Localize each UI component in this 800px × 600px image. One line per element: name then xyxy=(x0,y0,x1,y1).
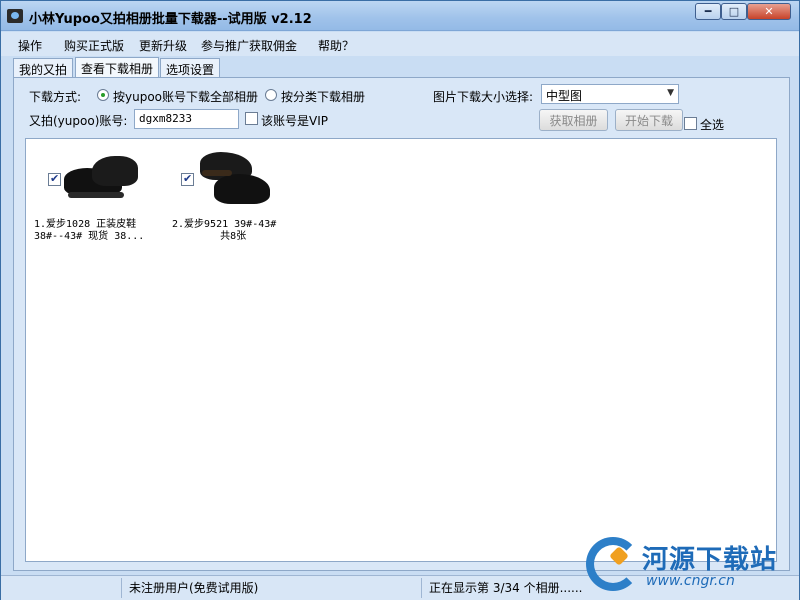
album-checkbox[interactable] xyxy=(181,172,194,186)
watermark-url: www.cngr.cn xyxy=(646,573,735,589)
menu-affiliate[interactable]: 参与推广获取佣金 xyxy=(201,37,297,54)
tab-options[interactable]: 选项设置 xyxy=(160,58,221,78)
watermark-name: 河源下载站 xyxy=(642,545,778,575)
status-separator xyxy=(121,578,122,598)
app-icon xyxy=(7,9,23,23)
minimize-button[interactable]: ━ xyxy=(695,3,721,20)
minimize-icon: ━ xyxy=(704,5,712,18)
download-mode-label: 下载方式: xyxy=(29,90,82,104)
menu-bar: 操作 购买正式版 更新升级 参与推广获取佣金 帮助？ xyxy=(1,32,799,56)
menu-operate[interactable]: 操作 xyxy=(18,37,42,54)
menu-help[interactable]: 帮助？ xyxy=(318,37,354,54)
image-size-value: 中型图 xyxy=(546,89,583,103)
image-size-select[interactable]: 中型图 ▼ xyxy=(541,84,679,104)
start-download-button[interactable]: 开始下载 xyxy=(615,109,683,131)
account-input[interactable]: dgxm8233 xyxy=(134,109,239,129)
album-caption: 1.爱步1028 正装皮鞋 38#--43# 现货 38... xyxy=(34,219,145,242)
title-bar[interactable]: 小林Yupoo又拍相册批量下载器--试用版 v2.12 ━ □ ✕ xyxy=(1,1,799,31)
maximize-icon: □ xyxy=(728,5,740,18)
close-button[interactable]: ✕ xyxy=(747,3,791,20)
menu-buy[interactable]: 购买正式版 xyxy=(64,37,124,54)
close-icon: ✕ xyxy=(764,5,774,18)
mode-all-label[interactable]: 按yupoo账号下载全部相册 xyxy=(113,88,258,105)
account-label: 又拍(yupoo)账号: xyxy=(29,114,128,128)
album-thumbnail[interactable] xyxy=(62,146,140,210)
app-window: 小林Yupoo又拍相册批量下载器--试用版 v2.12 ━ □ ✕ 操作 购买正… xyxy=(0,0,800,600)
mode-all-radio[interactable] xyxy=(97,89,109,101)
maximize-button[interactable]: □ xyxy=(721,3,747,20)
album-checkbox[interactable] xyxy=(48,172,61,186)
select-all-checkbox[interactable] xyxy=(684,117,697,130)
tab-my-yupoo[interactable]: 我的又拍 xyxy=(13,58,74,78)
status-user: 未注册用户(免费试用版) xyxy=(129,581,259,595)
menu-update[interactable]: 更新升级 xyxy=(139,37,187,54)
window-title: 小林Yupoo又拍相册批量下载器--试用版 v2.12 xyxy=(29,12,312,27)
site-watermark: 河源下载站 www.cngr.cn xyxy=(586,529,798,599)
select-all-label[interactable]: 全选 xyxy=(700,116,724,133)
image-size-label: 图片下载大小选择: xyxy=(433,90,534,104)
album-thumbnail[interactable] xyxy=(196,146,274,210)
mode-category-label[interactable]: 按分类下载相册 xyxy=(281,88,365,105)
status-separator xyxy=(421,578,422,598)
watermark-logo-icon xyxy=(586,537,640,591)
tab-view-albums[interactable]: 查看下载相册 xyxy=(75,57,160,78)
album-list[interactable]: 1.爱步1028 正装皮鞋 38#--43# 现货 38... 2.爱步9521… xyxy=(25,138,777,562)
mode-category-radio[interactable] xyxy=(265,89,277,101)
fetch-albums-button[interactable]: 获取相册 xyxy=(539,109,608,131)
vip-checkbox[interactable] xyxy=(245,112,258,125)
vip-label[interactable]: 该账号是VIP xyxy=(261,112,328,129)
album-caption: 2.爱步9521 39#-43# 共8张 xyxy=(172,219,277,242)
status-progress: 正在显示第 3/34 个相册...... xyxy=(429,581,583,595)
chevron-down-icon: ▼ xyxy=(667,88,674,98)
